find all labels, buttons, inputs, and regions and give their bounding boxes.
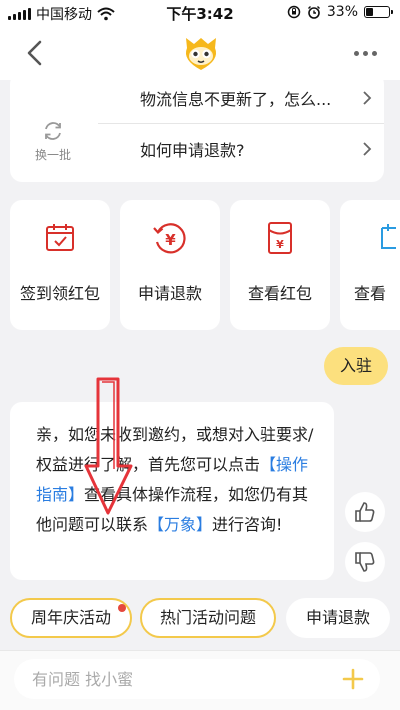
shortcut-refund[interactable]: ¥ 申请退款 bbox=[120, 200, 220, 330]
refresh-icon bbox=[45, 122, 61, 140]
faq-card: 物流信息不更新了，怎么... 如何申请退款? 换一批 bbox=[10, 72, 384, 182]
shortcut-label: 查看红包 bbox=[247, 284, 312, 303]
calendar-check-icon bbox=[46, 224, 74, 251]
shortcut-label: 签到领红包 bbox=[19, 284, 100, 303]
bot-message-bubble: 亲，如您未收到邀约，或想对入驻要求/权益进行了解，首先您可以点击【操作指南】查看… bbox=[10, 402, 334, 580]
chevron-right-icon bbox=[363, 142, 372, 156]
more-options-button[interactable] bbox=[354, 44, 382, 62]
wifi-icon bbox=[97, 7, 115, 21]
notification-dot bbox=[118, 604, 126, 612]
mascot-logo-icon bbox=[185, 38, 217, 70]
faq-item[interactable]: 物流信息不更新了，怎么... bbox=[98, 74, 384, 124]
refresh-label: 换一批 bbox=[34, 148, 71, 162]
alarm-icon bbox=[307, 6, 320, 19]
user-message-bubble: 入驻 bbox=[324, 347, 388, 385]
shortcut-red-envelope[interactable]: ¥ 查看红包 bbox=[230, 200, 330, 330]
status-bar: 中国移动 下午3:42 33% bbox=[0, 0, 400, 26]
thumbs-up-button[interactable] bbox=[345, 492, 385, 532]
quick-reply-chip[interactable]: 热门活动问题 bbox=[140, 598, 276, 638]
signal-icon bbox=[8, 8, 31, 20]
thumbs-down-button[interactable] bbox=[345, 542, 385, 582]
quick-reply-bar: 周年庆活动 热门活动问题 申请退款 bbox=[10, 598, 400, 638]
svg-text:¥: ¥ bbox=[276, 238, 284, 251]
quick-reply-chip[interactable]: 申请退款 bbox=[286, 598, 390, 638]
battery-icon bbox=[364, 6, 393, 18]
carrier-name: 中国移动 bbox=[36, 7, 92, 23]
thumbs-up-icon bbox=[355, 502, 375, 522]
rotation-lock-icon bbox=[287, 5, 301, 19]
battery-percent: 33% bbox=[326, 4, 358, 20]
back-button[interactable] bbox=[22, 38, 50, 68]
wanxiang-link[interactable]: 【万象】 bbox=[148, 515, 212, 534]
red-envelope-icon: ¥ bbox=[268, 222, 292, 254]
thumbs-down-icon bbox=[355, 552, 375, 572]
quick-reply-chip[interactable]: 周年庆活动 bbox=[10, 598, 132, 638]
chip-label: 热门活动问题 bbox=[159, 608, 256, 627]
chip-label: 周年庆活动 bbox=[30, 608, 111, 627]
faq-item[interactable]: 如何申请退款? bbox=[98, 125, 384, 175]
message-input[interactable] bbox=[32, 659, 322, 699]
message-input-container bbox=[14, 659, 380, 699]
yen-refund-icon: ¥ bbox=[153, 223, 186, 254]
input-bar bbox=[0, 650, 400, 710]
message-text: 进行咨询! bbox=[212, 515, 283, 534]
shortcut-label: 申请退款 bbox=[137, 284, 202, 303]
refresh-button[interactable]: 换一批 bbox=[28, 120, 78, 163]
shortcut-checkin[interactable]: 签到领红包 bbox=[10, 200, 110, 330]
shortcut-partial[interactable]: 查看 bbox=[340, 200, 400, 330]
partial-icon bbox=[381, 224, 396, 249]
plus-button[interactable] bbox=[342, 668, 364, 690]
shortcut-label: 查看 bbox=[354, 284, 387, 303]
faq-item-text: 物流信息不更新了，怎么... bbox=[140, 90, 332, 109]
faq-item-text: 如何申请退款? bbox=[140, 141, 245, 160]
svg-text:¥: ¥ bbox=[165, 231, 176, 249]
chevron-right-icon bbox=[363, 91, 372, 105]
chip-label: 申请退款 bbox=[305, 608, 370, 627]
